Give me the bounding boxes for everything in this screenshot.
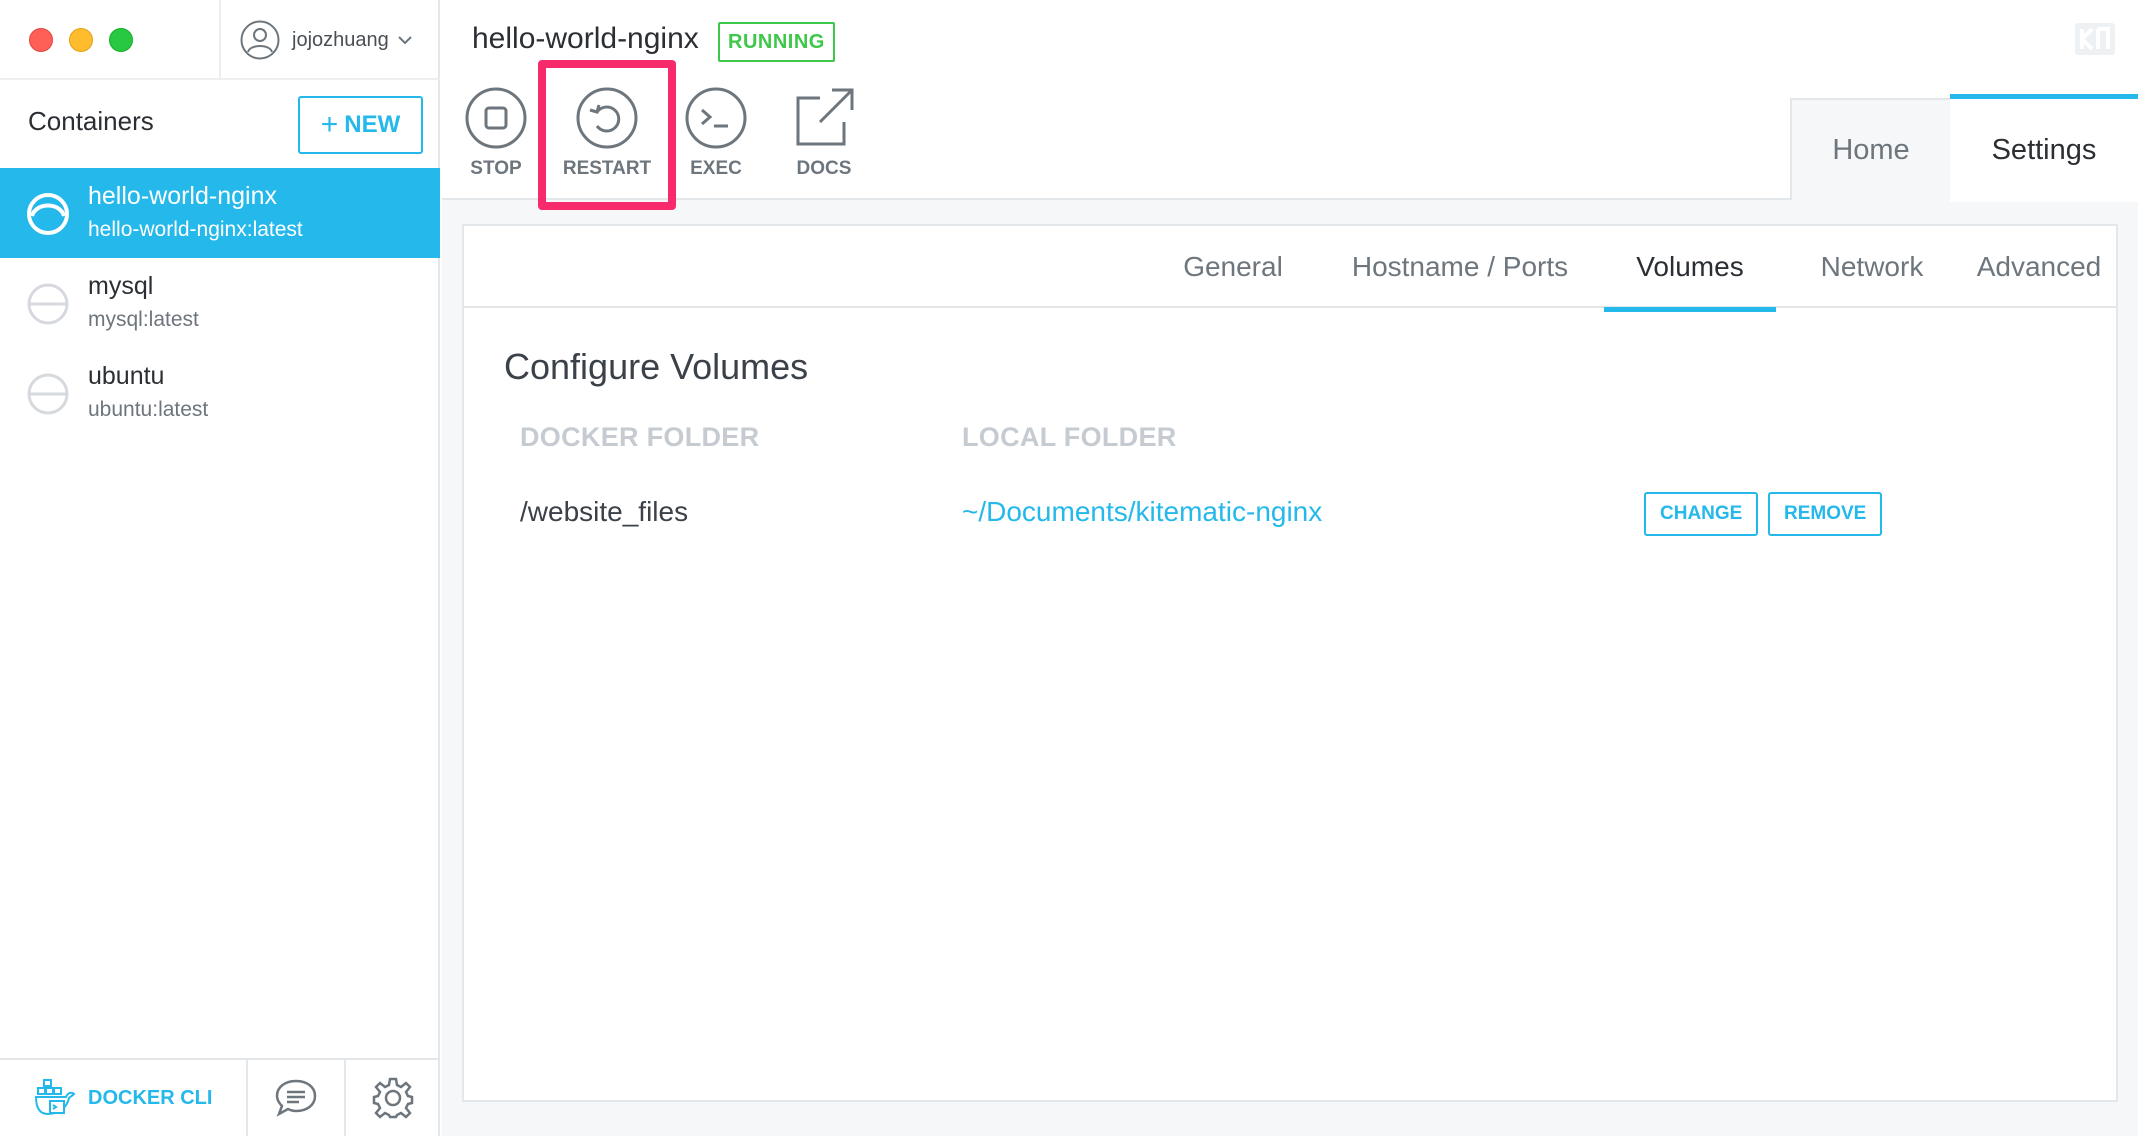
stop-button[interactable]: STOP — [448, 86, 544, 180]
container-header: hello-world-nginx RUNNING STOP RESTART E… — [442, 0, 2138, 210]
container-title: hello-world-nginx — [472, 22, 699, 55]
docs-label: DOCS — [796, 158, 852, 179]
container-image: ubuntu:latest — [88, 398, 209, 421]
remove-volume-button[interactable]: REMOVE — [1768, 492, 1883, 536]
divider — [0, 78, 440, 80]
chat-bubble-icon — [275, 1079, 317, 1117]
container-image: hello-world-nginx:latest — [88, 218, 303, 241]
docker-whale-icon — [34, 1079, 76, 1116]
configure-volumes-heading: Configure Volumes — [504, 346, 809, 387]
docker-folder-column-header: DOCKER FOLDER — [520, 422, 760, 452]
sidebar-footer: DOCKER CLI — [0, 1058, 440, 1136]
container-name: hello-world-nginx — [88, 182, 277, 210]
docker-folder-path: /website_files — [520, 496, 689, 527]
exec-button[interactable]: EXEC — [668, 86, 764, 180]
feedback-button[interactable] — [248, 1060, 344, 1136]
preferences-button[interactable] — [346, 1060, 440, 1136]
main-area: hello-world-nginx RUNNING STOP RESTART E… — [442, 0, 2138, 1136]
container-running-icon — [27, 193, 69, 235]
container-item-ubuntu[interactable]: ubuntu ubuntu:latest — [0, 348, 440, 438]
chevron-down-icon — [398, 36, 412, 45]
docker-cli-button[interactable]: DOCKER CLI — [0, 1060, 246, 1136]
subtab-general[interactable]: General — [1154, 226, 1312, 308]
divider — [219, 0, 221, 78]
subtab-network[interactable]: Network — [1804, 226, 1940, 308]
external-link-icon — [796, 88, 854, 146]
subtab-hostname-ports[interactable]: Hostname / Ports — [1344, 226, 1576, 308]
containers-heading: Containers — [28, 106, 154, 136]
stop-icon — [465, 87, 527, 149]
local-folder-link[interactable]: ~/Documents/kitematic-nginx — [962, 496, 1322, 528]
subtab-advanced[interactable]: Advanced — [1964, 226, 2114, 308]
stop-label: STOP — [470, 158, 522, 179]
plus-icon: + — [320, 108, 339, 141]
local-folder-column-header: LOCAL FOLDER — [962, 422, 1177, 452]
subtab-volumes[interactable]: Volumes — [1604, 226, 1776, 312]
account-menu[interactable]: jojozhuang — [240, 18, 413, 62]
change-volume-button[interactable]: CHANGE — [1644, 492, 1759, 536]
status-badge: RUNNING — [718, 22, 835, 62]
tab-settings[interactable]: Settings — [1950, 94, 2138, 202]
container-item-hello-world-nginx[interactable]: hello-world-nginx hello-world-nginx:late… — [0, 168, 440, 258]
sidebar: jojozhuang Containers + NEW hello-world-… — [0, 0, 440, 1136]
container-name: ubuntu — [88, 362, 165, 390]
settings-subtabs: General Hostname / Ports Volumes Network… — [464, 226, 2116, 312]
account-username: jojozhuang — [292, 28, 389, 51]
container-stopped-icon — [27, 373, 69, 415]
close-window-button[interactable] — [29, 28, 53, 52]
kitematic-logo-icon — [2075, 23, 2115, 55]
new-container-button[interactable]: + NEW — [298, 96, 423, 154]
container-item-mysql[interactable]: mysql mysql:latest — [0, 258, 440, 348]
container-image: mysql:latest — [88, 308, 199, 331]
docker-cli-label: DOCKER CLI — [88, 1086, 213, 1109]
container-name: mysql — [88, 272, 154, 300]
restart-label: RESTART — [562, 158, 652, 179]
tab-home[interactable]: Home — [1790, 98, 1950, 200]
maximize-window-button[interactable] — [109, 28, 133, 52]
new-button-label: NEW — [344, 111, 401, 138]
exec-label: EXEC — [690, 158, 742, 179]
docs-button[interactable]: DOCS — [776, 86, 872, 180]
terminal-icon — [685, 87, 747, 149]
minimize-window-button[interactable] — [69, 28, 93, 52]
settings-panel: General Hostname / Ports Volumes Network… — [462, 224, 2118, 1102]
restart-icon — [576, 87, 638, 149]
user-avatar-icon — [240, 20, 280, 60]
restart-button[interactable]: RESTART — [559, 86, 655, 180]
gear-icon — [372, 1077, 414, 1119]
container-stopped-icon — [27, 283, 69, 325]
